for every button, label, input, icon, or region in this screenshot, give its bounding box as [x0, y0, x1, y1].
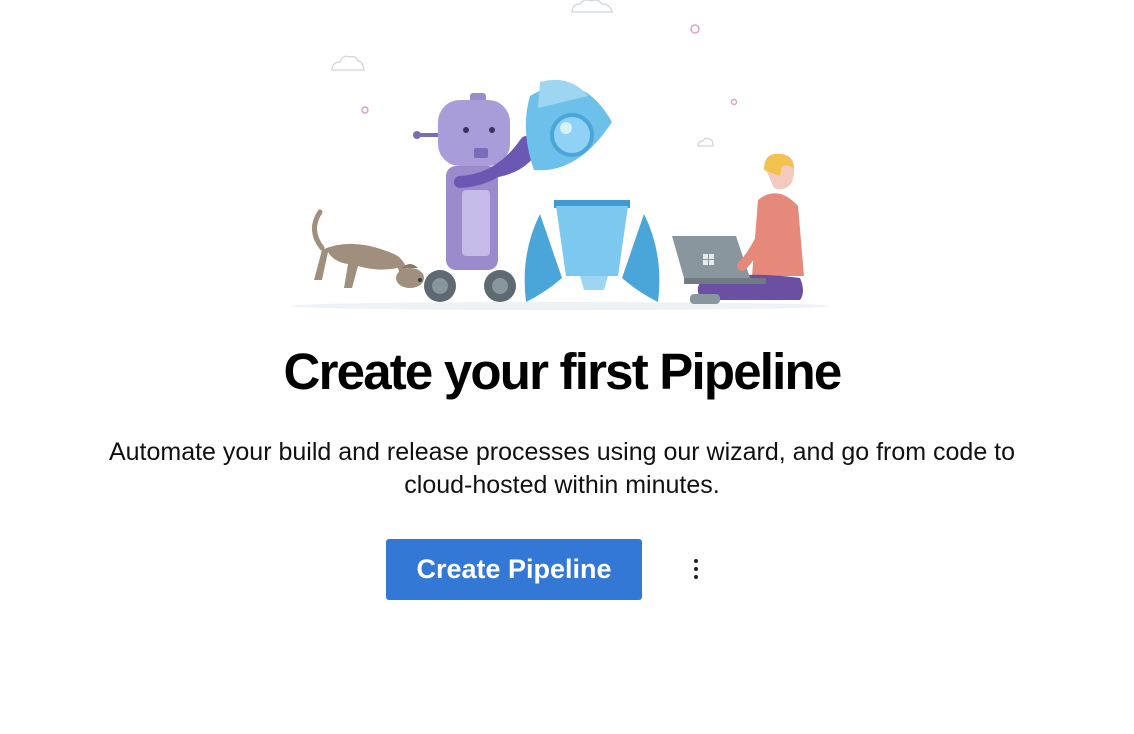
rocket-illustration: [524, 79, 660, 302]
page-description: Automate your build and release processe…: [108, 438, 1016, 499]
ground-shadow: [290, 302, 830, 310]
page-title: Create your first Pipeline: [283, 343, 843, 400]
more-vertical-icon: [694, 575, 698, 579]
more-vertical-icon: [694, 559, 698, 563]
hero-illustration: [290, 0, 830, 310]
cloud-icon: [331, 0, 714, 147]
dog-illustration: [312, 209, 424, 288]
pipelines-empty-state: Create your first Pipeline Automate your…: [0, 0, 1134, 734]
more-options-button[interactable]: [680, 550, 712, 588]
robot-illustration: [413, 93, 543, 302]
more-vertical-icon: [694, 567, 698, 571]
create-pipeline-button[interactable]: Create Pipeline: [386, 539, 642, 600]
developer-illustration: [672, 153, 804, 304]
